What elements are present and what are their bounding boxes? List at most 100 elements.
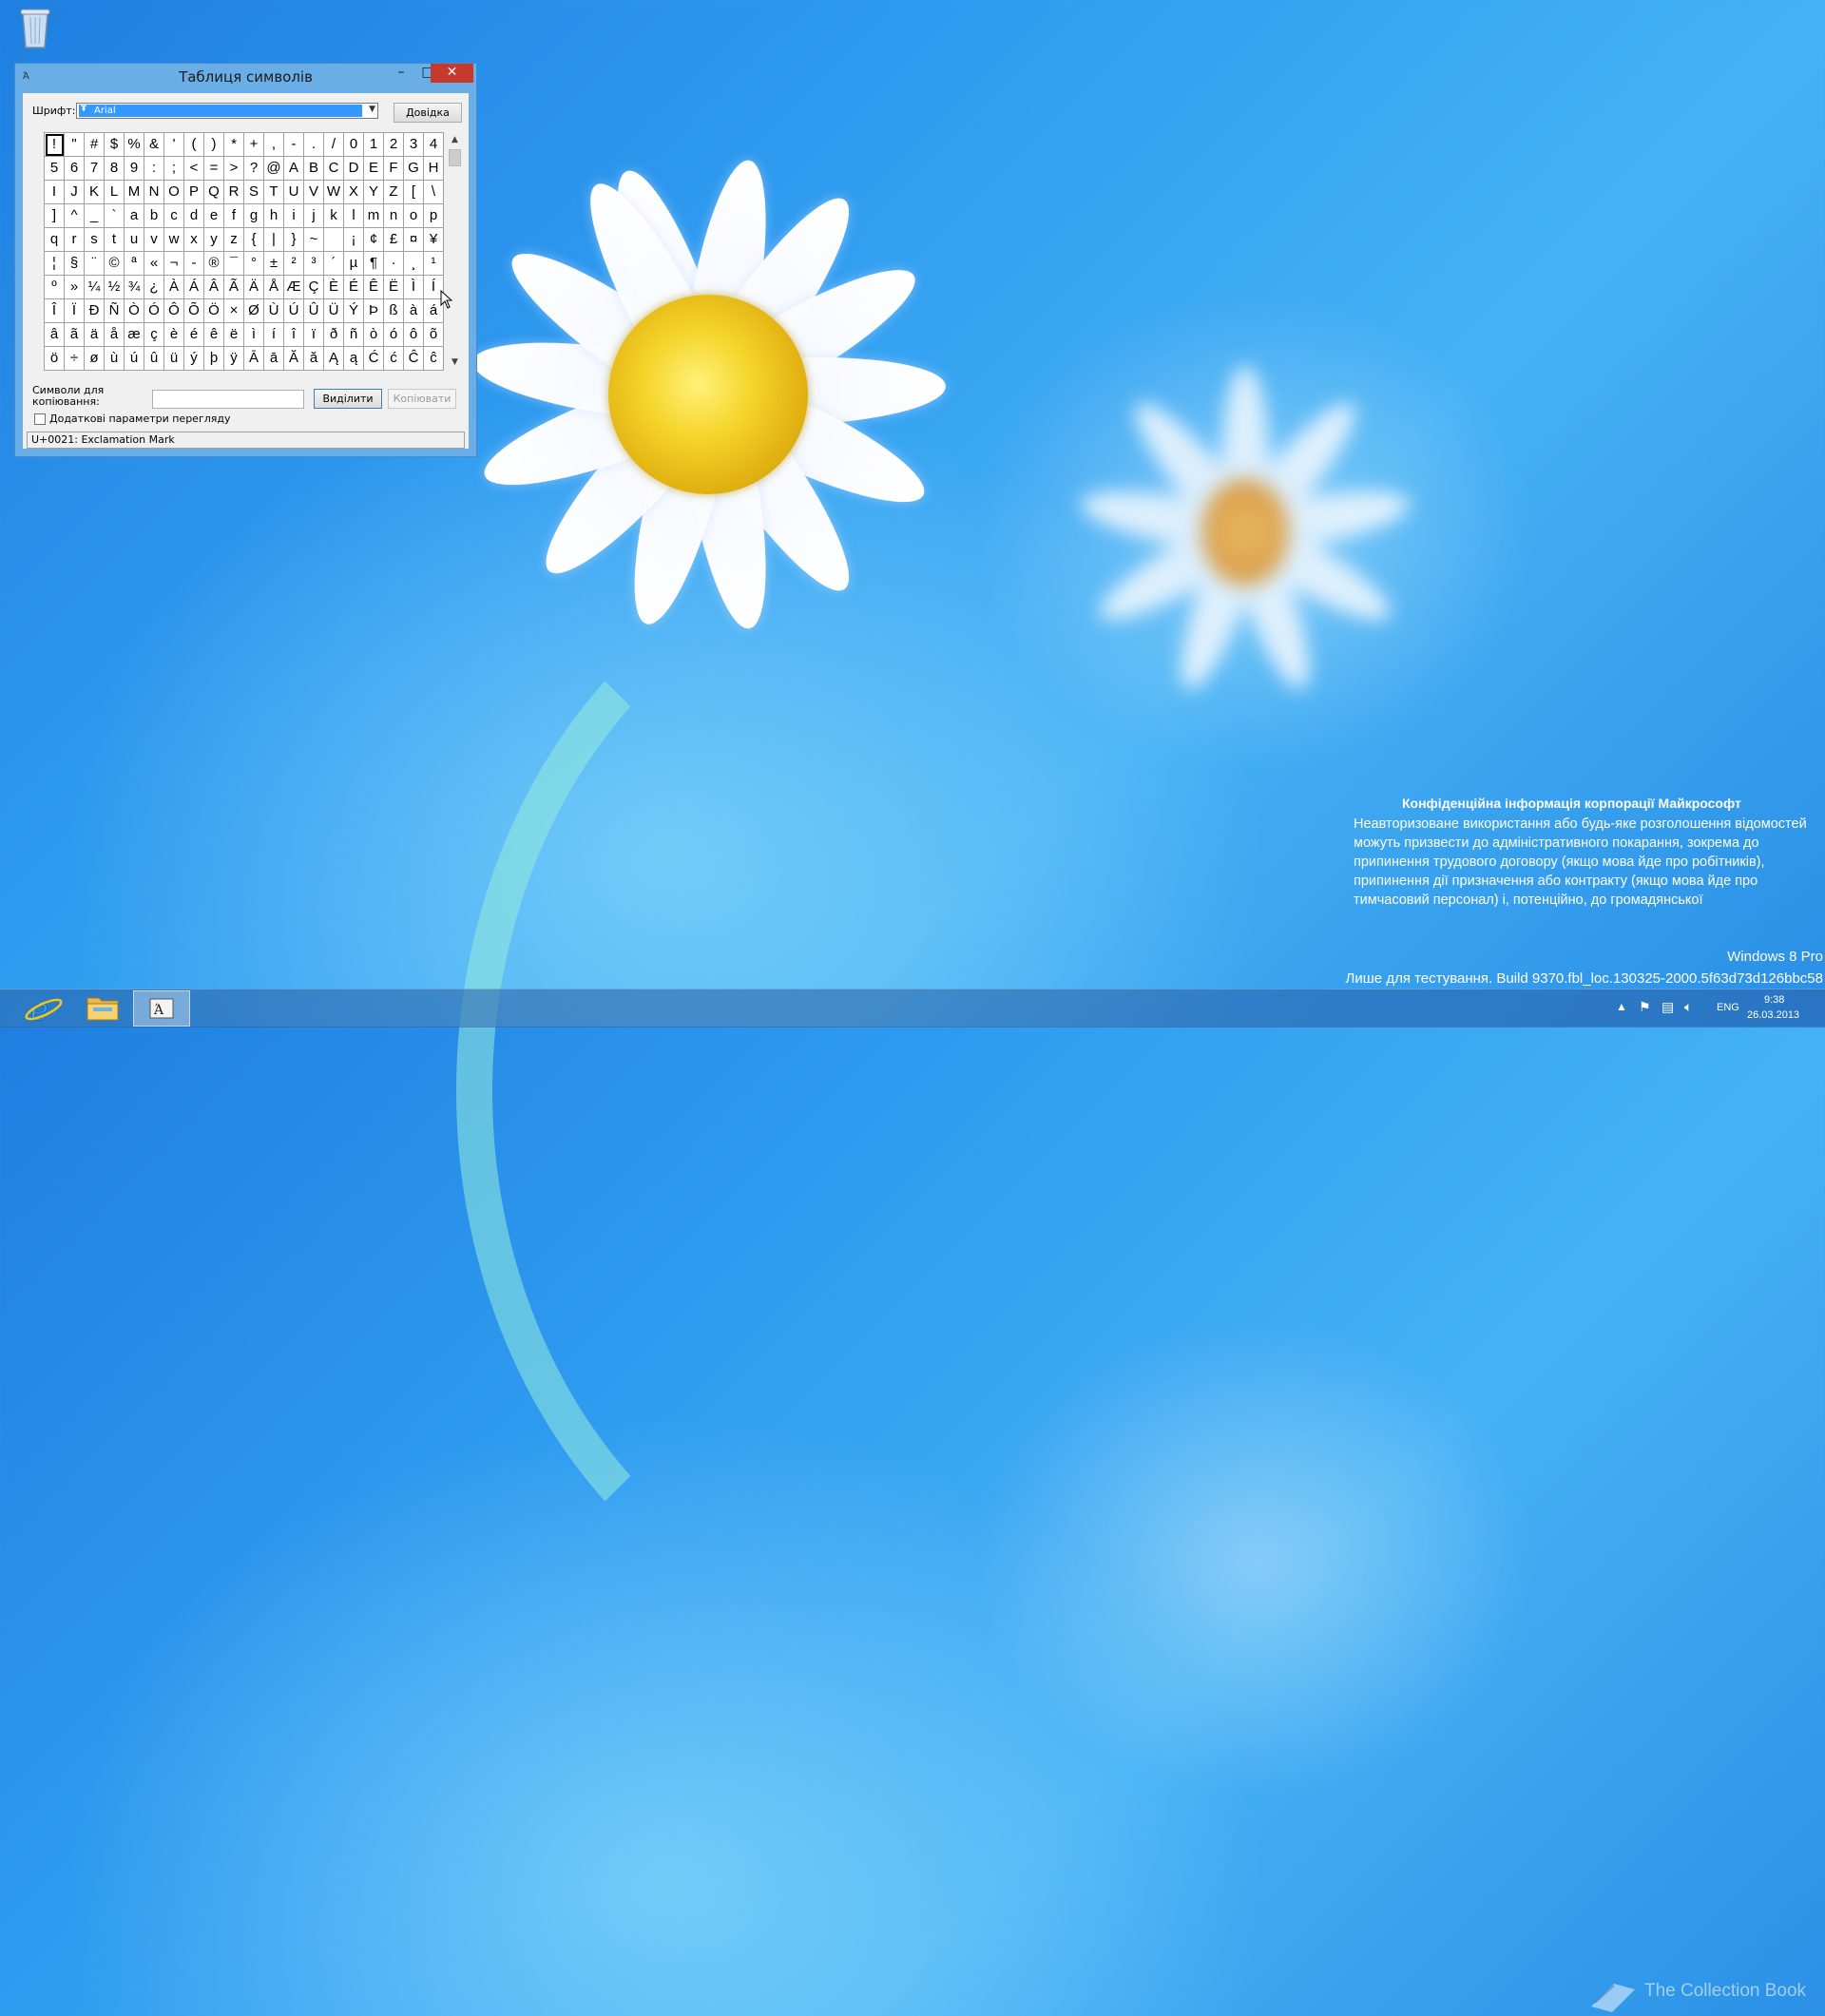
char-cell[interactable]: ã <box>65 323 85 347</box>
char-cell[interactable]: l <box>344 204 364 228</box>
char-cell[interactable]: À <box>164 276 184 299</box>
char-cell[interactable]: z <box>224 228 244 252</box>
char-cell[interactable]: & <box>144 133 164 157</box>
char-cell[interactable]: û <box>144 347 164 371</box>
scroll-down-icon[interactable]: ▼ <box>447 355 463 370</box>
char-cell[interactable]: Î <box>45 299 65 323</box>
char-cell[interactable]: é <box>184 323 204 347</box>
char-cell[interactable]: * <box>224 133 244 157</box>
char-cell[interactable]: ¥ <box>424 228 444 252</box>
taskbar-file-explorer[interactable] <box>74 990 131 1027</box>
char-cell[interactable]: Ĉ <box>404 347 424 371</box>
char-cell[interactable]: ê <box>204 323 224 347</box>
advanced-view-checkbox[interactable] <box>34 413 46 425</box>
char-cell[interactable]: ^ <box>65 204 85 228</box>
scroll-up-icon[interactable]: ▲ <box>447 132 463 147</box>
char-cell[interactable]: P <box>184 181 204 204</box>
char-cell[interactable]: ÿ <box>224 347 244 371</box>
char-cell[interactable]: v <box>144 228 164 252</box>
char-cell[interactable]: Ä <box>244 276 264 299</box>
taskbar-character-map[interactable]: Ά <box>133 990 190 1027</box>
char-cell[interactable]: T <box>264 181 284 204</box>
char-cell[interactable]: ù <box>105 347 125 371</box>
char-cell[interactable]: º <box>45 276 65 299</box>
char-cell[interactable]: Â <box>204 276 224 299</box>
grid-scrollbar[interactable]: ▲ ▼ <box>447 132 463 370</box>
char-cell[interactable]: O <box>164 181 184 204</box>
char-cell[interactable]: Ò <box>125 299 144 323</box>
char-cell[interactable]: ½ <box>105 276 125 299</box>
char-cell[interactable]: ¨ <box>85 252 105 276</box>
char-cell[interactable]: ¬ <box>164 252 184 276</box>
char-cell[interactable]: í <box>264 323 284 347</box>
char-cell[interactable]: ï <box>304 323 324 347</box>
char-cell[interactable]: h <box>264 204 284 228</box>
char-cell[interactable]: î <box>284 323 304 347</box>
char-cell[interactable]: ! <box>45 133 65 157</box>
char-cell[interactable]: L <box>105 181 125 204</box>
input-language[interactable]: ENG <box>1717 1002 1739 1013</box>
char-cell[interactable]: ] <box>45 204 65 228</box>
char-cell[interactable]: à <box>404 299 424 323</box>
char-cell[interactable]: r <box>65 228 85 252</box>
char-cell[interactable]: % <box>125 133 144 157</box>
char-cell[interactable]: £ <box>384 228 404 252</box>
network-icon[interactable]: ▤ <box>1662 999 1674 1015</box>
char-cell[interactable]: j <box>304 204 324 228</box>
char-cell[interactable]: ò <box>364 323 384 347</box>
char-cell[interactable]: f <box>224 204 244 228</box>
char-cell[interactable]: ¼ <box>85 276 105 299</box>
char-cell[interactable]: ó <box>384 323 404 347</box>
char-cell[interactable]: # <box>85 133 105 157</box>
char-cell[interactable]: ` <box>105 204 125 228</box>
char-cell[interactable]: M <box>125 181 144 204</box>
char-cell[interactable]: Ú <box>284 299 304 323</box>
char-cell[interactable]: § <box>65 252 85 276</box>
char-cell[interactable]: 5 <box>45 157 65 181</box>
char-cell[interactable]: ? <box>244 157 264 181</box>
char-cell[interactable]: ~ <box>304 228 324 252</box>
char-cell[interactable]: ă <box>304 347 324 371</box>
char-cell[interactable]: ' <box>164 133 184 157</box>
char-cell[interactable]: @ <box>264 157 284 181</box>
char-cell[interactable]: s <box>85 228 105 252</box>
char-cell[interactable]: ¦ <box>45 252 65 276</box>
char-cell[interactable]: ì <box>244 323 264 347</box>
char-cell[interactable]: ç <box>144 323 164 347</box>
char-cell[interactable]: { <box>244 228 264 252</box>
char-cell[interactable]: S <box>244 181 264 204</box>
char-cell[interactable]: · <box>384 252 404 276</box>
char-cell[interactable]: . <box>304 133 324 157</box>
char-cell[interactable]: F <box>384 157 404 181</box>
char-cell[interactable]: | <box>264 228 284 252</box>
char-cell[interactable]: ª <box>125 252 144 276</box>
char-cell[interactable]: × <box>224 299 244 323</box>
char-cell[interactable]: ² <box>284 252 304 276</box>
char-cell[interactable]: ð <box>324 323 344 347</box>
chevron-down-icon[interactable]: ▼ <box>369 105 375 114</box>
char-cell[interactable]: e <box>204 204 224 228</box>
select-button[interactable]: Виділити <box>314 389 382 409</box>
char-cell[interactable]: [ <box>404 181 424 204</box>
char-cell[interactable]: Ë <box>384 276 404 299</box>
char-cell[interactable]: H <box>424 157 444 181</box>
char-cell[interactable]: ý <box>184 347 204 371</box>
close-button[interactable]: ✕ <box>431 64 473 83</box>
copy-button[interactable]: Копіювати <box>388 389 456 409</box>
minimize-button[interactable]: – <box>388 64 414 83</box>
char-cell[interactable]: 8 <box>105 157 125 181</box>
window-titlebar[interactable]: Ά Таблиця символів – □ ✕ <box>15 64 476 90</box>
char-cell[interactable]: > <box>224 157 244 181</box>
char-cell[interactable]: E <box>364 157 384 181</box>
char-cell[interactable]: x <box>184 228 204 252</box>
char-cell[interactable]: p <box>424 204 444 228</box>
char-cell[interactable]: C <box>324 157 344 181</box>
char-cell[interactable]: 2 <box>384 133 404 157</box>
char-cell[interactable]: ā <box>264 347 284 371</box>
char-cell[interactable]: å <box>105 323 125 347</box>
char-cell[interactable]: Å <box>264 276 284 299</box>
character-grid[interactable]: ! " # $% & '() * +, -./0 1 2 3 4 5 6 7 8 9:; < = >? @ A B C D E F G H… <box>44 132 444 371</box>
char-cell[interactable]: g <box>244 204 264 228</box>
char-cell[interactable]: i <box>284 204 304 228</box>
char-cell[interactable]: Ã <box>224 276 244 299</box>
